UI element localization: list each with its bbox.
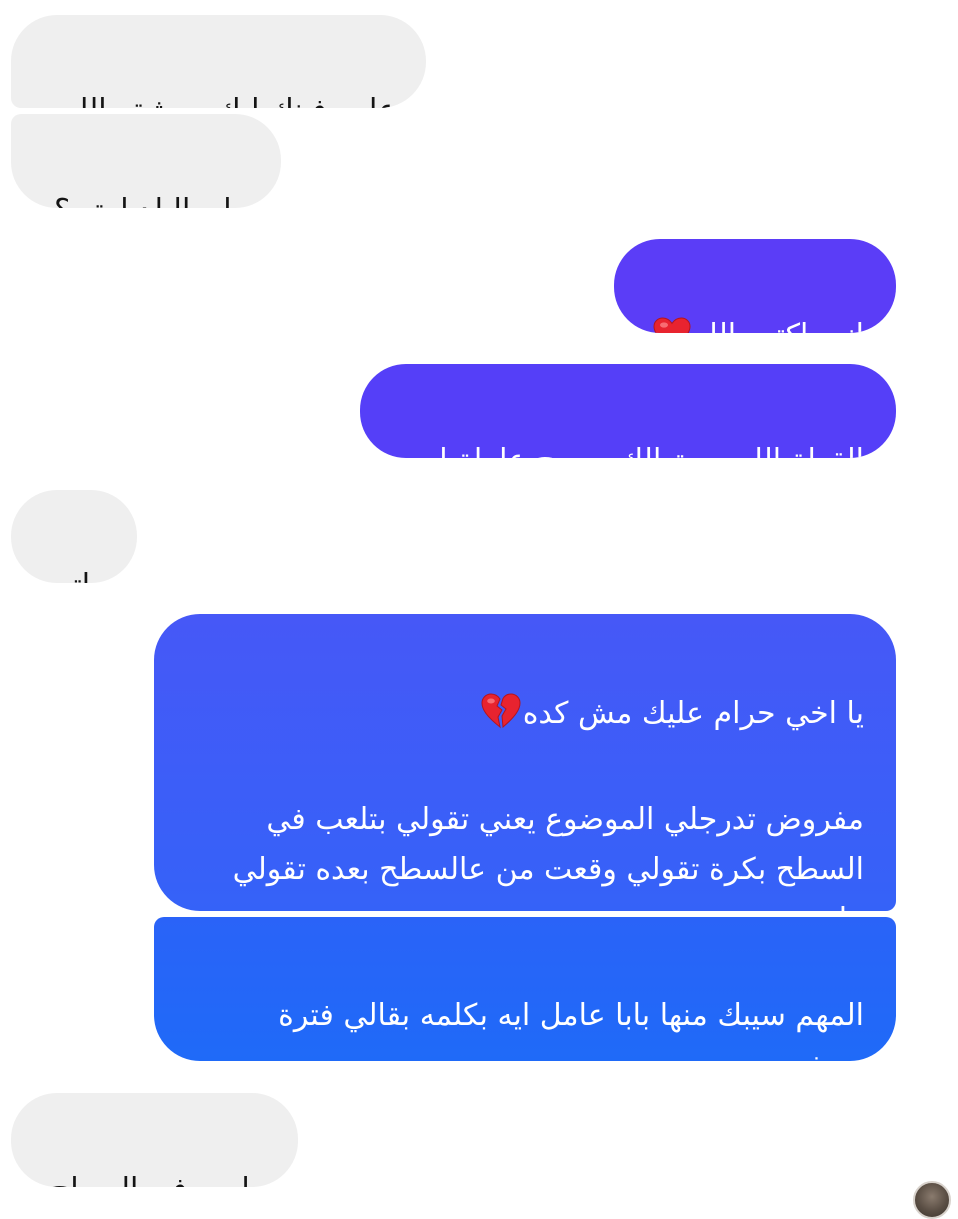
message-text: القطة اللي سبتهالك صحيح عاملة ايه [415, 443, 864, 458]
message-text: جاي البلد امتى؟ [54, 193, 251, 208]
broken-heart-icon [481, 693, 521, 745]
red-heart-icon [653, 317, 691, 333]
seen-avatar [913, 1181, 951, 1219]
outgoing-message[interactable]: يا اخي حرام عليك مش كده مفروض تدرجلي الم… [154, 614, 896, 911]
outgoing-message[interactable]: انت اكتر والله [614, 239, 896, 333]
outgoing-message[interactable]: المهم سيبك منها بابا عامل ايه بكلمه بقال… [154, 917, 896, 1061]
message-text: انت اكتر والله [693, 318, 864, 333]
incoming-message[interactable]: ماتت [11, 490, 137, 583]
incoming-message[interactable]: بيلعب في السطح [11, 1093, 298, 1187]
outgoing-message[interactable]: القطة اللي سبتهالك صحيح عاملة ايه [360, 364, 896, 458]
message-text: مفروض تدرجلي الموضوع يعني تقولي بتلعب في… [232, 802, 864, 911]
incoming-message[interactable]: جاي البلد امتى؟ [11, 114, 281, 208]
message-text: يا اخي حرام عليك مش كده [522, 696, 864, 731]
message-text: عامر فينك ليك وحشة والله [63, 93, 396, 108]
message-text: بيلعب في السطح [50, 1172, 268, 1187]
message-text: المهم سيبك منها بابا عامل ايه بكلمه بقال… [278, 998, 864, 1061]
message-text: ماتت [44, 568, 107, 583]
incoming-message[interactable]: عامر فينك ليك وحشة والله [11, 15, 426, 108]
